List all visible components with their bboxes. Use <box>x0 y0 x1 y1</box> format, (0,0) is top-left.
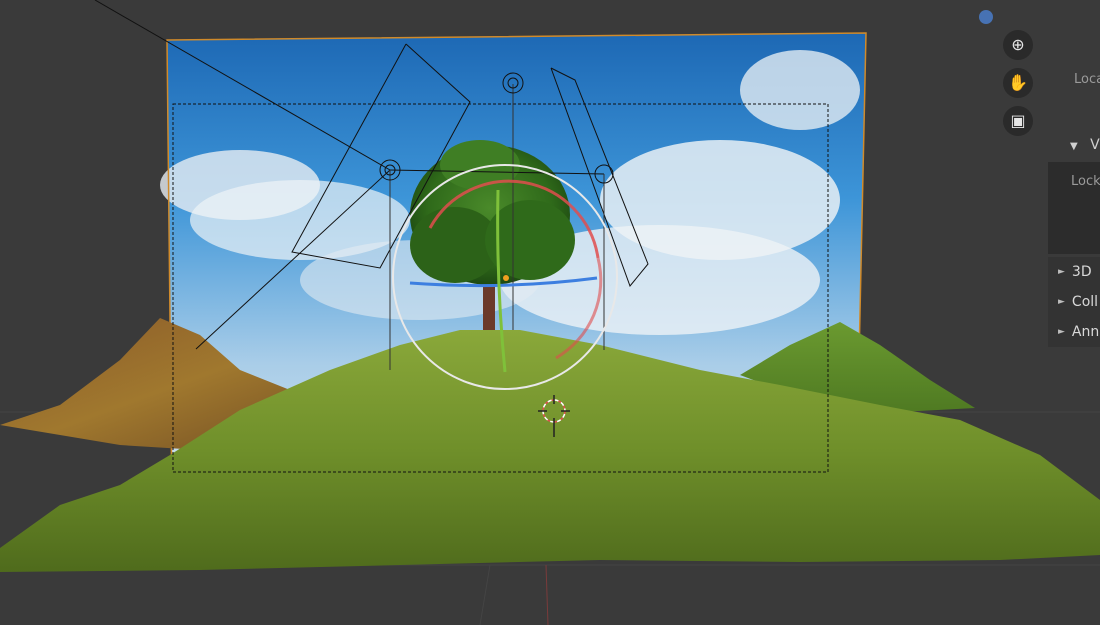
view-panel-header[interactable]: ▼ V <box>1070 137 1100 153</box>
chevron-right-icon: ► <box>1058 267 1065 277</box>
chevron-right-icon: ► <box>1058 297 1065 307</box>
pan-hand-icon[interactable]: ✋ <box>1003 68 1033 98</box>
panel-label: Ann <box>1071 324 1100 340</box>
scene-canvas[interactable] <box>0 0 1100 625</box>
zoom-icon[interactable]: ⊕ <box>1003 30 1033 60</box>
chevron-down-icon: ▼ <box>1070 141 1078 152</box>
panel-collections[interactable]: ► Coll <box>1048 287 1100 317</box>
panel-3d-cursor[interactable]: ► 3D <box>1048 257 1100 287</box>
panel-label: 3D <box>1071 264 1092 280</box>
panel-label: Coll <box>1071 294 1099 310</box>
camera-view-icon[interactable]: ▣ <box>1003 106 1033 136</box>
chevron-right-icon: ► <box>1058 327 1065 337</box>
panel-annotations[interactable]: ► Ann <box>1048 317 1100 347</box>
3d-viewport[interactable]: ⊕ ✋ ▣ Loca ▼ V Lock ► 3D ► Coll ► Ann <box>0 0 1100 625</box>
view-panel-body: Lock <box>1048 162 1100 254</box>
view-panel-label: V <box>1090 137 1100 153</box>
view-axis-dot[interactable] <box>979 10 993 24</box>
navigation-gizmo: ⊕ ✋ ▣ <box>1003 30 1037 144</box>
location-label: Loca <box>1074 72 1100 87</box>
lock-label: Lock <box>1071 174 1100 189</box>
